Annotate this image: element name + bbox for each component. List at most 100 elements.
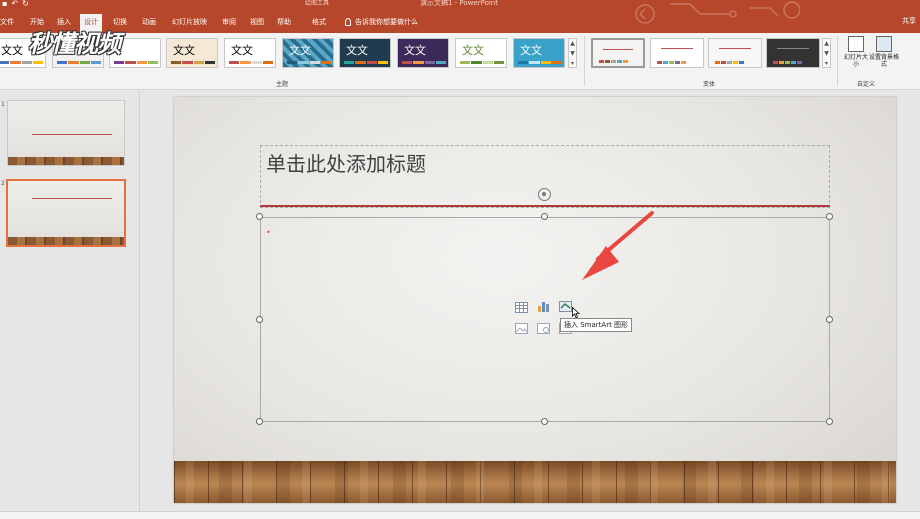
slide-number: 2 [1,180,5,187]
theme-color-bars [229,61,273,64]
tab-file[interactable]: 文件 [0,16,14,28]
variant-thumbnail-3[interactable] [708,38,762,68]
resize-handle-bottom[interactable] [541,418,548,425]
variant-rule [661,48,693,49]
resize-handle-left[interactable] [256,316,263,323]
theme-gallery-scroll[interactable]: ▲ ▼ ▾ [568,38,577,68]
theme-sample-text: 文文 [520,44,542,57]
undo-icon[interactable]: ↶ [11,0,22,8]
tab-format[interactable]: 格式 [312,16,326,28]
theme-sample-text: 文文 [289,44,311,57]
insert-smartart-icon[interactable] [559,301,572,312]
variant-color-bars [599,60,628,63]
thumbnail-floor [8,157,124,165]
thumbnail-rule [32,198,112,199]
scroll-down-icon[interactable]: ▼ [569,49,576,59]
variant-gallery-scroll[interactable]: ▲ ▼ ▾ [822,38,831,68]
ribbon-design: 文文 文文 文文 文文 文文 文文 文文 文文 ▲ ▼ ▾ 主题 ▲ ▼ ▾ 变… [0,33,920,90]
theme-sample-text: 文文 [404,44,426,57]
current-slide[interactable]: 单击此处添加标题 • 插入 SmartArt 图形 [174,97,896,503]
format-background-icon [876,36,892,52]
theme-thumbnail-10[interactable]: 文文 [513,38,565,68]
theme-sample-text: 文文 [1,44,23,57]
insert-picture-icon[interactable] [515,323,528,334]
variant-thumbnail-1[interactable] [591,38,645,68]
tab-animations[interactable]: 动画 [142,16,156,28]
theme-thumbnail-5[interactable]: 文文 [224,38,276,68]
theme-color-bars [114,61,158,64]
theme-sample-text: 文文 [231,44,253,57]
status-bar [0,511,920,519]
slide-thumbnail-1[interactable] [7,100,125,166]
quick-access-toolbar[interactable]: ▪↶↻ [2,0,33,8]
variant-rule [603,49,633,50]
scroll-up-icon[interactable]: ▲ [569,39,576,49]
theme-thumbnail-6[interactable]: 文文 [282,38,334,68]
share-button[interactable]: 共享 [902,16,916,26]
theme-thumbnail-8[interactable]: 文文 [397,38,449,68]
theme-color-bars [344,61,388,64]
content-placeholder[interactable] [260,217,830,422]
more-icon[interactable]: ▾ [569,59,576,69]
variant-thumbnail-2[interactable] [650,38,704,68]
insert-online-picture-icon[interactable] [537,323,550,334]
tab-slideshow[interactable]: 幻灯片放映 [172,16,207,28]
insert-chart-icon[interactable] [537,301,550,312]
customize-group-label: 自定义 [857,81,876,88]
theme-color-bars [0,61,43,64]
variant-color-bars [657,61,686,64]
tab-review[interactable]: 审阅 [222,16,236,28]
slide-wood-floor [174,461,896,503]
rotate-handle-icon[interactable] [538,188,551,201]
theme-color-bars [402,61,446,64]
slide-size-button[interactable]: 幻灯片大小 [843,36,869,68]
resize-handle-bottom-left[interactable] [256,418,263,425]
document-title: 演示文稿1 - PowerPoint [420,0,498,7]
decorative-circuit-pattern [635,1,800,24]
themes-group-label: 主题 [276,81,289,88]
theme-thumbnail-9[interactable]: 文文 [455,38,507,68]
group-separator [837,36,838,86]
redo-icon[interactable]: ↻ [22,0,33,8]
thumbnail-rule [32,134,112,135]
resize-handle-top-left[interactable] [256,213,263,220]
save-icon[interactable]: ▪ [2,0,11,8]
resize-handle-top[interactable] [541,213,548,220]
bullet-marker: • [266,228,271,237]
theme-color-bars [460,61,504,64]
theme-color-bars [57,61,101,64]
thumbnail-floor [8,237,124,245]
tab-view[interactable]: 视图 [250,16,264,28]
title-underline-rule [260,205,830,207]
smartart-tooltip: 插入 SmartArt 图形 [560,318,633,332]
theme-sample-text: 文文 [346,44,368,57]
tab-help[interactable]: 帮助 [277,16,291,28]
watermark-logo: 秒懂视频 [28,30,121,58]
scroll-up-icon[interactable]: ▲ [823,39,830,49]
tell-me-search[interactable]: 告诉我你想要做什么 [345,16,418,28]
variants-group-label: 变体 [703,81,716,88]
resize-handle-top-right[interactable] [826,213,833,220]
theme-color-bars [287,61,331,64]
insert-table-icon[interactable] [515,302,528,313]
theme-color-bars [171,61,215,64]
variant-rule [777,48,809,49]
tell-me-text: 告诉我你想要做什么 [355,18,418,26]
slide-thumbnails-pane: 1 2 [0,91,140,511]
format-background-button[interactable]: 设置背景格式 [869,36,899,68]
format-background-label: 设置背景格式 [869,54,900,68]
more-icon[interactable]: ▾ [823,59,830,69]
variant-thumbnail-4[interactable] [766,38,820,68]
resize-handle-bottom-right[interactable] [826,418,833,425]
context-tool-label: 绘图工具 [305,0,330,7]
scroll-down-icon[interactable]: ▼ [823,49,830,59]
theme-color-bars [518,61,562,64]
theme-thumbnail-4[interactable]: 文文 [166,38,218,68]
group-separator [584,36,585,86]
lightbulb-icon [345,18,351,26]
variant-color-bars [773,61,802,64]
resize-handle-right[interactable] [826,316,833,323]
theme-thumbnail-7[interactable]: 文文 [339,38,391,68]
slide-thumbnail-2[interactable] [6,179,126,247]
variant-rule [719,48,751,49]
